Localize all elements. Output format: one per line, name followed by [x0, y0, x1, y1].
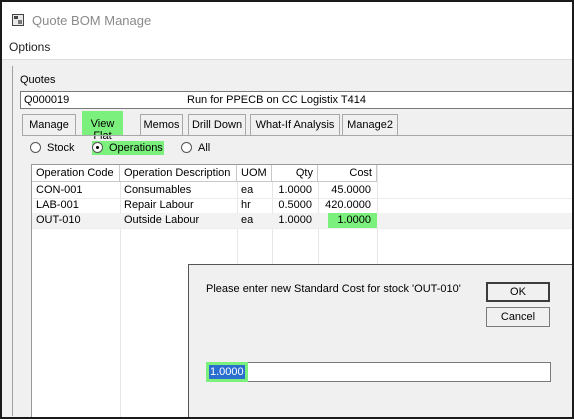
standard-cost-dialog: Please enter new Standard Cost for stock… — [188, 264, 572, 417]
cell-code[interactable]: LAB-001 — [32, 198, 120, 213]
quote-description: Run for PPECB on CC Logistix T414 — [187, 94, 366, 106]
standard-cost-input[interactable]: 1.0000 — [206, 362, 551, 382]
cell-uom[interactable]: ea — [237, 213, 272, 228]
cell-description[interactable]: Consumables — [120, 183, 237, 198]
tab-drill-down[interactable]: Drill Down — [188, 114, 246, 135]
col-header-qty[interactable]: Qty — [272, 165, 318, 182]
tab-manage[interactable]: Manage — [22, 114, 76, 135]
window-title: Quote BOM Manage — [32, 13, 152, 28]
cell-uom[interactable]: hr — [237, 198, 272, 213]
radio-operations-circle — [92, 142, 103, 153]
cell-qty[interactable]: 1.0000 — [272, 183, 318, 198]
cell-qty[interactable]: 1.0000 — [272, 213, 318, 228]
col-header-cost[interactable]: Cost — [318, 165, 377, 182]
radio-stock-circle — [30, 142, 41, 153]
selected-input-text: 1.0000 — [209, 365, 245, 379]
ok-button[interactable]: OK — [486, 282, 550, 302]
quote-code: Q000019 — [24, 94, 70, 106]
title-bar: Quote BOM Manage — [2, 2, 572, 36]
tab-view-flat[interactable]: View Flat — [82, 111, 123, 142]
col-header-operation-code[interactable]: Operation Code — [32, 165, 120, 182]
dialog-prompt: Please enter new Standard Cost for stock… — [206, 283, 461, 295]
radio-all[interactable]: All — [181, 141, 221, 155]
main-window: Quote BOM Manage Options Quotes Q000019 … — [0, 0, 574, 419]
cell-cost[interactable]: 45.0000 — [318, 183, 377, 198]
tab-what-if-analysis[interactable]: What-If Analysis — [250, 114, 340, 135]
menu-bar: Options — [2, 36, 572, 60]
tab-memos[interactable]: Memos — [140, 114, 183, 135]
cell-description[interactable]: Outside Labour — [120, 213, 237, 228]
quotes-label: Quotes — [20, 74, 56, 86]
radio-operations[interactable]: Operations — [92, 141, 164, 155]
row-divider — [32, 228, 572, 229]
tab-manage2[interactable]: Manage2 — [342, 114, 398, 135]
radio-operations-label: Operations — [109, 142, 163, 154]
menu-options[interactable]: Options — [9, 40, 50, 54]
cell-cost[interactable]: 420.0000 — [318, 198, 377, 213]
col-header-uom[interactable]: UOM — [237, 165, 272, 182]
cell-code[interactable]: CON-001 — [32, 183, 120, 198]
cell-qty[interactable]: 0.5000 — [272, 198, 318, 213]
radio-all-circle — [181, 142, 192, 153]
radio-stock-label: Stock — [47, 142, 75, 154]
app-icon — [12, 14, 24, 26]
col-header-operation-description[interactable]: Operation Description — [120, 165, 237, 182]
radio-all-label: All — [198, 142, 211, 154]
cell-uom[interactable]: ea — [237, 183, 272, 198]
quote-field[interactable]: Q000019 Run for PPECB on CC Logistix T41… — [20, 91, 572, 109]
cell-code[interactable]: OUT-010 — [32, 213, 120, 228]
tab-strip-line — [22, 135, 572, 136]
radio-stock[interactable]: Stock — [30, 141, 90, 155]
cell-description[interactable]: Repair Labour — [120, 198, 237, 213]
cancel-button[interactable]: Cancel — [486, 307, 550, 327]
cell-cost-selected[interactable]: 1.0000 — [328, 213, 377, 228]
